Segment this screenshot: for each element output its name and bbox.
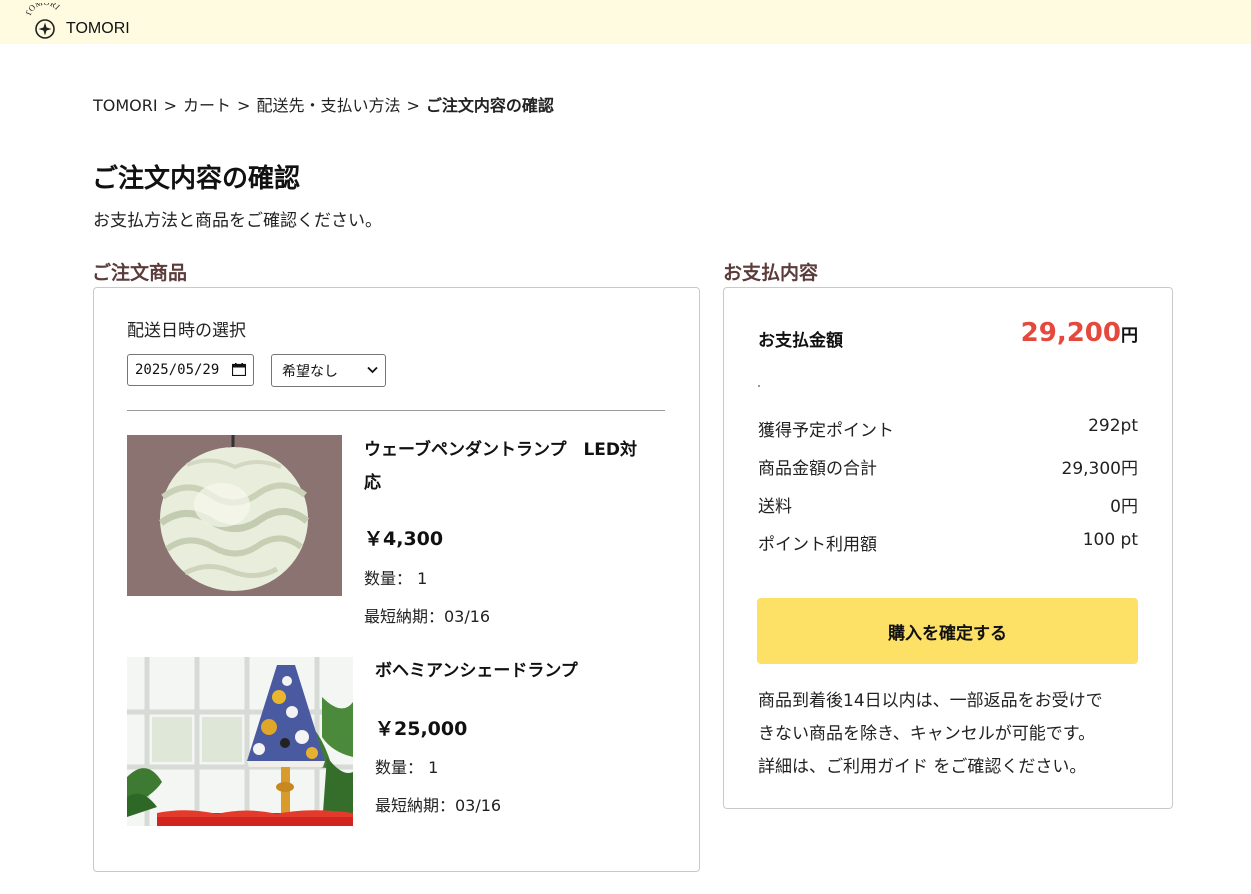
chevron-down-icon (367, 366, 378, 374)
breadcrumb-cart[interactable]: カート (183, 96, 231, 115)
delivery-date-input[interactable]: 2025/05/29 (127, 354, 254, 386)
brand-name: TOMORI (66, 20, 130, 37)
subtotal-value: 29,300円 (1061, 459, 1138, 479)
item-delivery-date: 最短納期：03/16 (375, 796, 502, 815)
breadcrumb-separator: > (163, 96, 178, 115)
points-used-label: ポイント利用額 (758, 535, 877, 555)
delivery-datetime-label: 配送日時の選択 (127, 321, 246, 341)
breadcrumb-shipping-payment[interactable]: 配送先・支払い方法 (256, 96, 400, 115)
item-name-line: 応 (364, 473, 381, 493)
breadcrumb: TOMORI > カート > 配送先・支払い方法 > ご注文内容の確認 (93, 92, 554, 116)
item-quantity: 数量： 1 (364, 569, 428, 588)
item-price: ￥4,300 (364, 528, 444, 550)
page-subtitle: お支払方法と商品をご確認ください。 (93, 211, 382, 231)
logo-mark-icon: TOMORI (26, 3, 62, 39)
breadcrumb-home[interactable]: TOMORI (93, 96, 158, 115)
confirm-purchase-button[interactable]: 購入を確定する (757, 598, 1138, 664)
subtotal-label: 商品金額の合計 (758, 459, 877, 479)
svg-text:TOMORI: TOMORI (26, 3, 62, 18)
payment-summary-heading: お支払内容 (723, 262, 819, 284)
cancellation-policy: 商品到着後14日以内は、一部返品をお受けで きない商品を除き、キャンセルが可能で… (758, 685, 1148, 784)
calendar-icon[interactable] (232, 363, 246, 376)
total-amount-value: 29,200 (1020, 318, 1121, 348)
item-name-line: ウェーブペンダントランプ LED対 (364, 440, 638, 460)
earned-points-value: 292pt (1088, 416, 1138, 436)
item-name[interactable]: ウェーブペンダントランプ LED対 応 (364, 434, 674, 500)
earned-points-label: 獲得予定ポイント (758, 421, 894, 441)
shade-lamp-image (127, 657, 353, 826)
breadcrumb-current: ご注文内容の確認 (425, 96, 554, 115)
total-amount-label: お支払金額 (758, 331, 843, 351)
site-logo[interactable]: TOMORI TOMORI (26, 3, 146, 41)
pendant-lamp-image (127, 435, 342, 596)
points-used-value: 100 pt (1082, 530, 1138, 550)
site-header: TOMORI TOMORI (0, 0, 1251, 44)
policy-line: 商品到着後14日以内は、一部返品をお受けで (758, 691, 1103, 711)
item-price: ￥25,000 (375, 718, 468, 740)
dot-mark (758, 385, 760, 387)
item-name[interactable]: ボヘミアンシェードランプ (375, 655, 675, 688)
shipping-value: 0円 (1110, 497, 1138, 517)
order-items-card: 配送日時の選択 2025/05/29 希望なし ウェーブペンダントランプ LED… (93, 287, 700, 872)
total-amount-unit: 円 (1121, 326, 1138, 346)
delivery-time-value: 希望なし (282, 363, 338, 380)
delivery-time-select[interactable]: 希望なし (271, 354, 386, 387)
item-delivery-date: 最短納期：03/16 (364, 607, 491, 626)
page-title: ご注文内容の確認 (92, 164, 301, 194)
policy-line[interactable]: 詳細は、ご利用ガイド をご確認ください。 (758, 757, 1086, 777)
breadcrumb-separator: > (406, 96, 420, 115)
item-quantity: 数量： 1 (375, 758, 439, 777)
total-amount: 29,200円 (1021, 318, 1138, 348)
breadcrumb-separator: > (237, 96, 251, 115)
shipping-label: 送料 (758, 497, 792, 517)
payment-summary-card: お支払金額 29,200円 獲得予定ポイント 292pt 商品金額の合計 29,… (723, 287, 1173, 809)
order-items-heading: ご注文商品 (92, 262, 188, 284)
policy-line: きない商品を除き、キャンセルが可能です。 (758, 724, 1096, 744)
divider (127, 410, 665, 411)
delivery-date-value: 2025/05/29 (135, 362, 220, 378)
